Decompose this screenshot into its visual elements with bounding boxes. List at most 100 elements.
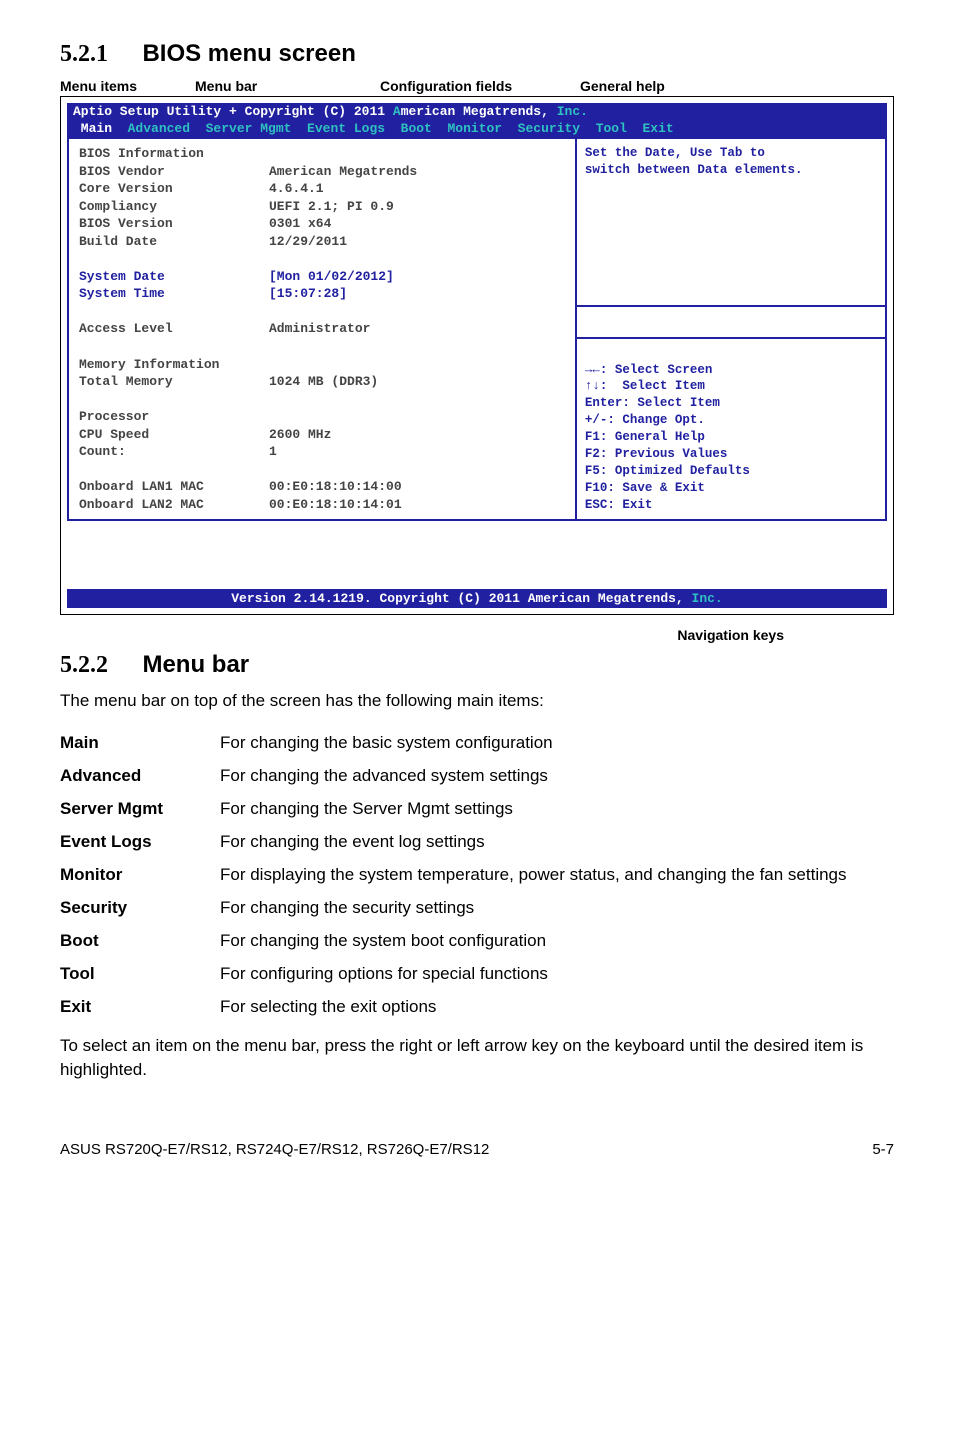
table-row: MainFor changing the basic system config…: [60, 727, 894, 760]
compliancy-label: Compliancy: [79, 198, 269, 216]
total-memory-label: Total Memory: [79, 373, 269, 391]
bios-header-bar: Aptio Setup Utility + Copyright (C) 2011…: [67, 103, 887, 120]
table-row: BootFor changing the system boot configu…: [60, 925, 894, 958]
navkey-change-opt: +/-: Change Opt.: [585, 413, 705, 427]
access-level-value: Administrator: [269, 321, 370, 336]
bios-navigation-keys: →←: Select Screen ↑↓: Select Item Enter:…: [577, 337, 885, 520]
memory-info-header: Memory Information: [79, 356, 269, 374]
navkey-f10: F10: Save & Exit: [585, 481, 705, 495]
navkey-select-screen: →←: Select Screen: [585, 363, 713, 377]
access-level-label: Access Level: [79, 320, 269, 338]
help-line1: Set the Date, Use Tab to: [585, 145, 877, 162]
table-row: SecurityFor changing the security settin…: [60, 892, 894, 925]
cpu-speed-value: 2600 MHz: [269, 427, 331, 442]
bios-tabs-rest[interactable]: Advanced Server Mgmt Event Logs Boot Mon…: [120, 121, 682, 136]
compliancy-value: UEFI 2.1; PI 0.9: [269, 199, 394, 214]
page-footer: ASUS RS720Q-E7/RS12, RS724Q-E7/RS12, RS7…: [60, 1141, 894, 1158]
footer-model: ASUS RS720Q-E7/RS12, RS724Q-E7/RS12, RS7…: [60, 1141, 489, 1158]
menu-name: Event Logs: [60, 826, 220, 859]
lan2-mac-label: Onboard LAN2 MAC: [79, 496, 269, 514]
core-version-value: 4.6.4.1: [269, 181, 324, 196]
callout-menu-bar: Menu bar: [195, 78, 380, 94]
callout-general-help: General help: [580, 78, 665, 94]
bios-header-plus: +: [229, 104, 237, 119]
system-date-label[interactable]: System Date: [79, 268, 269, 286]
menu-bar-outro: To select an item on the menu bar, press…: [60, 1034, 894, 1082]
menu-description-table: MainFor changing the basic system config…: [60, 727, 894, 1023]
lan2-mac-value: 00:E0:18:10:14:01: [269, 497, 402, 512]
menu-name: Advanced: [60, 760, 220, 793]
bios-footer-inc: Inc.: [692, 591, 723, 606]
bios-screenshot: Aptio Setup Utility + Copyright (C) 2011…: [60, 96, 894, 615]
help-line2: switch between Data elements.: [585, 162, 877, 179]
section-title-2: Menu bar: [142, 651, 249, 678]
menu-name: Boot: [60, 925, 220, 958]
lan1-mac-value: 00:E0:18:10:14:00: [269, 479, 402, 494]
menu-desc: For changing the Server Mgmt settings: [220, 793, 894, 826]
navkey-select-item: ↑↓: Select Item: [585, 379, 705, 393]
bios-header-text3: merican Megatrends,: [401, 104, 557, 119]
menu-name: Tool: [60, 958, 220, 991]
build-date-value: 12/29/2011: [269, 234, 347, 249]
section-heading-5-2-1: 5.2.1 BIOS menu screen: [60, 40, 894, 68]
menu-desc: For displaying the system temperature, p…: [220, 859, 894, 892]
bios-right-spacer: [577, 307, 885, 337]
menu-desc: For changing the event log settings: [220, 826, 894, 859]
bios-tab-main[interactable]: Main: [73, 121, 120, 136]
bios-vendor-label: BIOS Vendor: [79, 163, 269, 181]
navkey-f2: F2: Previous Values: [585, 447, 728, 461]
bios-footer-text: Version 2.14.1219. Copyright (C) 2011 Am…: [231, 591, 691, 606]
build-date-label: Build Date: [79, 233, 269, 251]
menu-desc: For selecting the exit options: [220, 991, 894, 1024]
system-date-value[interactable]: [Mon 01/02/2012]: [269, 269, 394, 284]
menu-desc: For configuring options for special func…: [220, 958, 894, 991]
cpu-speed-label: CPU Speed: [79, 426, 269, 444]
bios-info-header: BIOS Information: [79, 145, 269, 163]
menu-desc: For changing the basic system configurat…: [220, 727, 894, 760]
table-row: MonitorFor displaying the system tempera…: [60, 859, 894, 892]
footer-page-number: 5-7: [872, 1141, 894, 1158]
table-row: Event LogsFor changing the event log set…: [60, 826, 894, 859]
table-row: AdvancedFor changing the advanced system…: [60, 760, 894, 793]
system-time-label[interactable]: System Time: [79, 285, 269, 303]
bios-blank-area: [67, 521, 887, 589]
table-row: Server MgmtFor changing the Server Mgmt …: [60, 793, 894, 826]
section-number: 5.2.1: [60, 41, 108, 67]
section-title: BIOS menu screen: [142, 40, 355, 67]
total-memory-value: 1024 MB (DDR3): [269, 374, 378, 389]
section-number-2: 5.2.2: [60, 652, 108, 678]
menu-name: Server Mgmt: [60, 793, 220, 826]
table-row: ToolFor configuring options for special …: [60, 958, 894, 991]
callout-config-fields: Configuration fields: [380, 78, 580, 94]
bios-version-value: 0301 x64: [269, 216, 331, 231]
bios-help-text: Set the Date, Use Tab to switch between …: [577, 139, 885, 305]
navkey-f1: F1: General Help: [585, 430, 705, 444]
navkey-esc: ESC: Exit: [585, 498, 653, 512]
menu-desc: For changing the advanced system setting…: [220, 760, 894, 793]
menu-desc: For changing the security settings: [220, 892, 894, 925]
callout-menu-items: Menu items: [60, 78, 195, 94]
bios-header-a: A: [393, 104, 401, 119]
bios-left-pane: BIOS Information BIOS VendorAmerican Meg…: [69, 139, 575, 519]
bios-header-inc: Inc.: [557, 104, 588, 119]
menu-name: Security: [60, 892, 220, 925]
callout-labels-top: Menu items Menu bar Configuration fields…: [60, 78, 894, 94]
lan1-mac-label: Onboard LAN1 MAC: [79, 478, 269, 496]
table-row: ExitFor selecting the exit options: [60, 991, 894, 1024]
count-value: 1: [269, 444, 277, 459]
menu-name: Monitor: [60, 859, 220, 892]
callout-navigation-keys: Navigation keys: [60, 627, 894, 643]
navkey-f5: F5: Optimized Defaults: [585, 464, 750, 478]
system-time-value[interactable]: [15:07:28]: [269, 286, 347, 301]
section-heading-5-2-2: 5.2.2 Menu bar: [60, 651, 894, 679]
bios-vendor-value: American Megatrends: [269, 164, 417, 179]
menu-name: Exit: [60, 991, 220, 1024]
bios-header-text1: Aptio Setup Utility: [73, 104, 229, 119]
bios-version-label: BIOS Version: [79, 215, 269, 233]
bios-menu-bar: Main Advanced Server Mgmt Event Logs Boo…: [67, 120, 887, 138]
menu-name: Main: [60, 727, 220, 760]
core-version-label: Core Version: [79, 180, 269, 198]
bios-footer-bar: Version 2.14.1219. Copyright (C) 2011 Am…: [67, 589, 887, 608]
count-label: Count:: [79, 443, 269, 461]
menu-bar-intro: The menu bar on top of the screen has th…: [60, 689, 894, 713]
